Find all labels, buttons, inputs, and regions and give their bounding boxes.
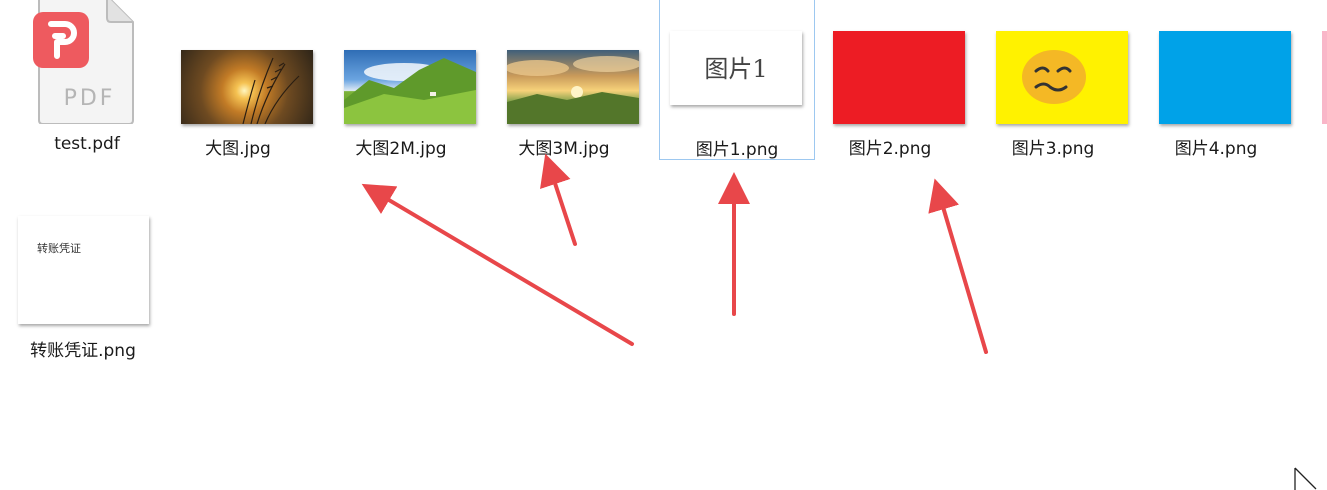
thumbnail-text: 转账凭证 bbox=[37, 242, 81, 255]
file-item-image-4-png[interactable]: 图片4.png bbox=[1138, 0, 1294, 162]
file-name-label: test.pdf bbox=[54, 134, 120, 154]
file-name-label: 图片4.png bbox=[1174, 139, 1258, 159]
thumbnail-text: 图片1 bbox=[704, 54, 768, 83]
file-name-label: 大图.jpg bbox=[205, 139, 271, 159]
text-image-thumbnail: 图片1 bbox=[670, 31, 802, 105]
file-name-label: 图片3.png bbox=[1011, 139, 1095, 159]
sunset-grass-photo-thumbnail bbox=[181, 50, 313, 124]
green-mountain-photo-thumbnail bbox=[344, 50, 476, 124]
sunset-landscape-photo-thumbnail bbox=[507, 50, 639, 124]
file-item-image-1-png[interactable]: 图片1 图片1.png bbox=[659, 0, 815, 160]
file-name-label: 转账凭证.png bbox=[30, 341, 136, 361]
document-image-thumbnail: 转账凭证 bbox=[18, 216, 149, 324]
file-name-label: 图片1.png bbox=[695, 140, 779, 160]
file-name-label: 大图3M.jpg bbox=[518, 139, 610, 159]
file-item-image-2-png[interactable]: 图片2.png bbox=[812, 0, 968, 162]
arrow-to-image-2 bbox=[928, 178, 988, 354]
arrow-to-big-image-2m bbox=[361, 183, 634, 346]
file-item-big-image-2m-jpg[interactable]: 大图2M.jpg bbox=[323, 0, 479, 162]
file-item-test-pdf[interactable]: PDF test.pdf bbox=[9, 0, 165, 162]
mouse-cursor-icon bbox=[1294, 467, 1317, 490]
file-item-image-3-png[interactable]: 图片3.png bbox=[975, 0, 1131, 162]
file-name-label: 图片2.png bbox=[848, 139, 932, 159]
red-image-thumbnail bbox=[833, 31, 965, 124]
partial-pink-thumbnail[interactable] bbox=[1322, 31, 1327, 124]
pdf-icon-text: PDF bbox=[63, 86, 116, 111]
blue-image-thumbnail bbox=[1159, 31, 1291, 124]
file-item-big-image-3m-jpg[interactable]: 大图3M.jpg bbox=[486, 0, 642, 162]
file-name-label: 大图2M.jpg bbox=[355, 139, 447, 159]
arrow-to-big-image-3m bbox=[540, 153, 577, 246]
worried-face-icon bbox=[1022, 50, 1086, 104]
file-item-transfer-voucher-png[interactable]: 转账凭证 转账凭证.png bbox=[5, 202, 161, 372]
yellow-emoji-thumbnail bbox=[996, 31, 1128, 124]
file-item-big-image-jpg[interactable]: 大图.jpg bbox=[160, 0, 316, 162]
